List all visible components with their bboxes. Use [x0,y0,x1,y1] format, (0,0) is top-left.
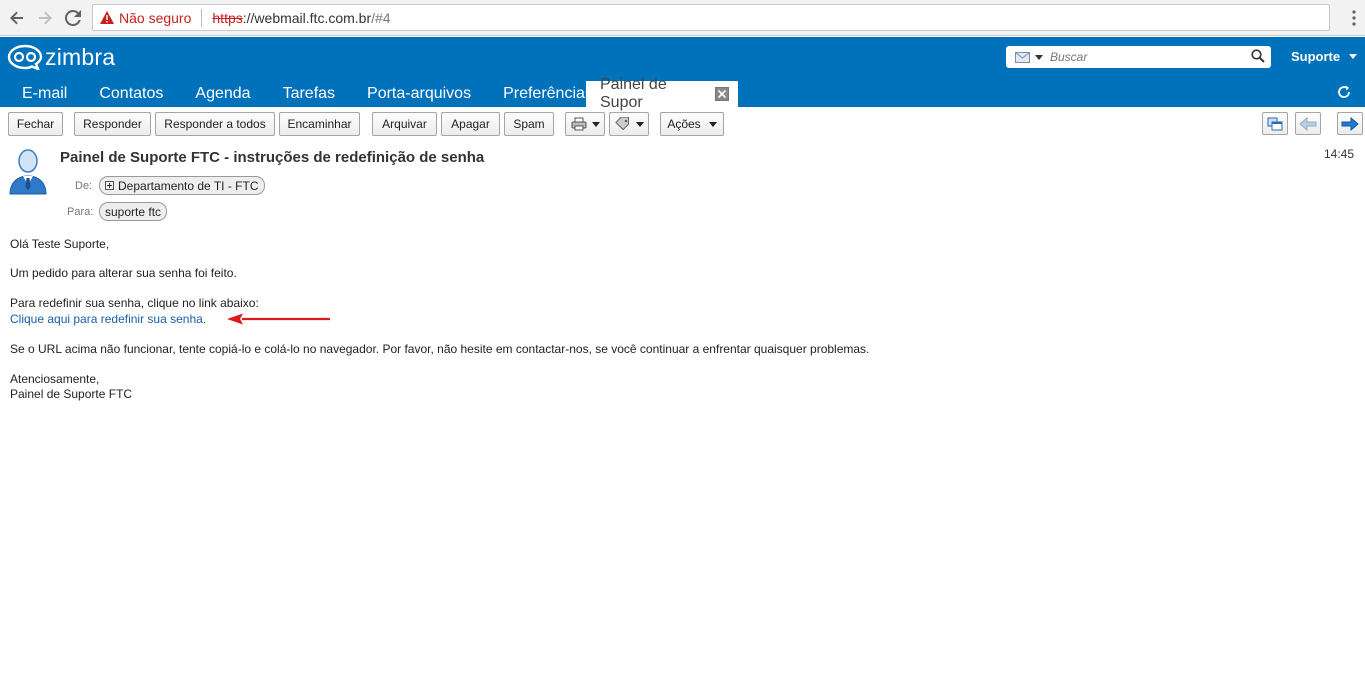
to-label: Para: [67,206,94,218]
back-arrow-icon[interactable] [6,7,28,29]
tag-icon [614,117,629,131]
forward-button[interactable]: Encaminhar [279,112,360,136]
close-button[interactable]: Fechar [8,112,63,136]
user-menu[interactable]: Suporte [1291,49,1358,64]
actions-menu-button[interactable]: Ações [660,112,724,136]
body-signature: Painel de Suporte FTC [10,387,133,401]
chevron-down-icon [1035,54,1043,60]
security-label: Não seguro [119,9,192,26]
chevron-down-icon [635,121,644,127]
from-address-bubble[interactable]: Departamento de TI - FTC [99,176,265,195]
spam-button[interactable]: Spam [504,112,554,136]
warning-icon [100,11,114,24]
detach-window-icon [1267,117,1283,130]
body-line-fallback: Se o URL acima não funcionar, tente copi… [10,342,870,356]
tag-button[interactable] [609,112,649,136]
from-address: Departamento de TI - FTC [118,178,259,193]
to-address: suporte ftc [105,204,162,219]
delete-button[interactable]: Apagar [441,112,500,136]
chevron-down-icon [708,121,717,127]
search-input[interactable] [1050,50,1245,64]
tab-contacts[interactable]: Contatos [83,81,179,107]
chevron-down-icon [1349,54,1358,59]
forward-arrow-icon[interactable] [34,7,56,29]
address-bar[interactable]: Não seguro https://webmail.ftc.com.br/#4 [92,4,1330,31]
omnibox-separator [201,8,203,27]
to-address-bubble[interactable]: suporte ftc [99,202,168,221]
url-text: https://webmail.ftc.com.br/#4 [212,9,391,26]
refresh-icon[interactable] [1336,84,1352,100]
close-icon[interactable] [715,87,729,101]
detach-window-button[interactable] [1262,112,1288,135]
chevron-down-icon [591,121,600,127]
tab-tasks[interactable]: Tarefas [267,81,351,107]
reset-password-link[interactable]: Clique aqui para redefinir sua senha. [10,312,206,326]
previous-message-button[interactable] [1295,112,1321,135]
body-closing: Atenciosamente, [10,372,100,386]
envelope-icon [1015,51,1030,63]
search-box [1006,46,1271,68]
reply-all-button[interactable]: Responder a todos [155,112,275,136]
user-name: Suporte [1291,49,1341,64]
message-subject: Painel de Suporte FTC - instruções de re… [60,149,485,166]
from-label: De: [75,180,93,192]
expand-icon[interactable] [105,181,114,190]
message-toolbar: Fechar Responder Responder a todos Encam… [0,107,1365,141]
next-message-button[interactable] [1337,112,1363,135]
red-arrow-annotation [227,313,330,325]
browser-menu-icon[interactable] [1352,10,1356,26]
tab-calendar[interactable]: Agenda [179,81,266,107]
sender-avatar [9,149,47,195]
tab-briefcase[interactable]: Porta-arquivos [351,81,487,107]
zimbra-logo[interactable]: zimbra [7,43,115,71]
zimbra-logo-icon [7,44,43,70]
body-line-instructions: Para redefinir sua senha, clique no link… [10,296,259,310]
right-arrow-icon [1341,116,1359,131]
archive-button[interactable]: Arquivar [372,112,437,136]
print-button[interactable] [565,112,605,136]
printer-icon [571,117,586,131]
browser-toolbar: Não seguro https://webmail.ftc.com.br/#4 [0,0,1365,36]
body-line-request: Um pedido para alterar sua senha foi fei… [10,266,237,280]
tab-message-view[interactable]: Painel de Supor [586,76,738,111]
reload-icon[interactable] [62,7,84,29]
left-arrow-icon [1299,116,1317,131]
tab-email[interactable]: E-mail [0,81,83,107]
search-icon[interactable] [1251,49,1265,63]
message-time: 14:45 [1324,147,1355,161]
body-greeting: Olá Teste Suporte, [10,237,110,251]
app-tabs: E-mail Contatos Agenda Tarefas Porta-arq… [0,81,609,107]
app-header: zimbra Suporte E-mail Contatos Agenda Ta… [0,37,1365,111]
search-type-dropdown[interactable] [1015,51,1043,63]
logo-text: zimbra [45,43,116,70]
reply-button[interactable]: Responder [74,112,151,136]
